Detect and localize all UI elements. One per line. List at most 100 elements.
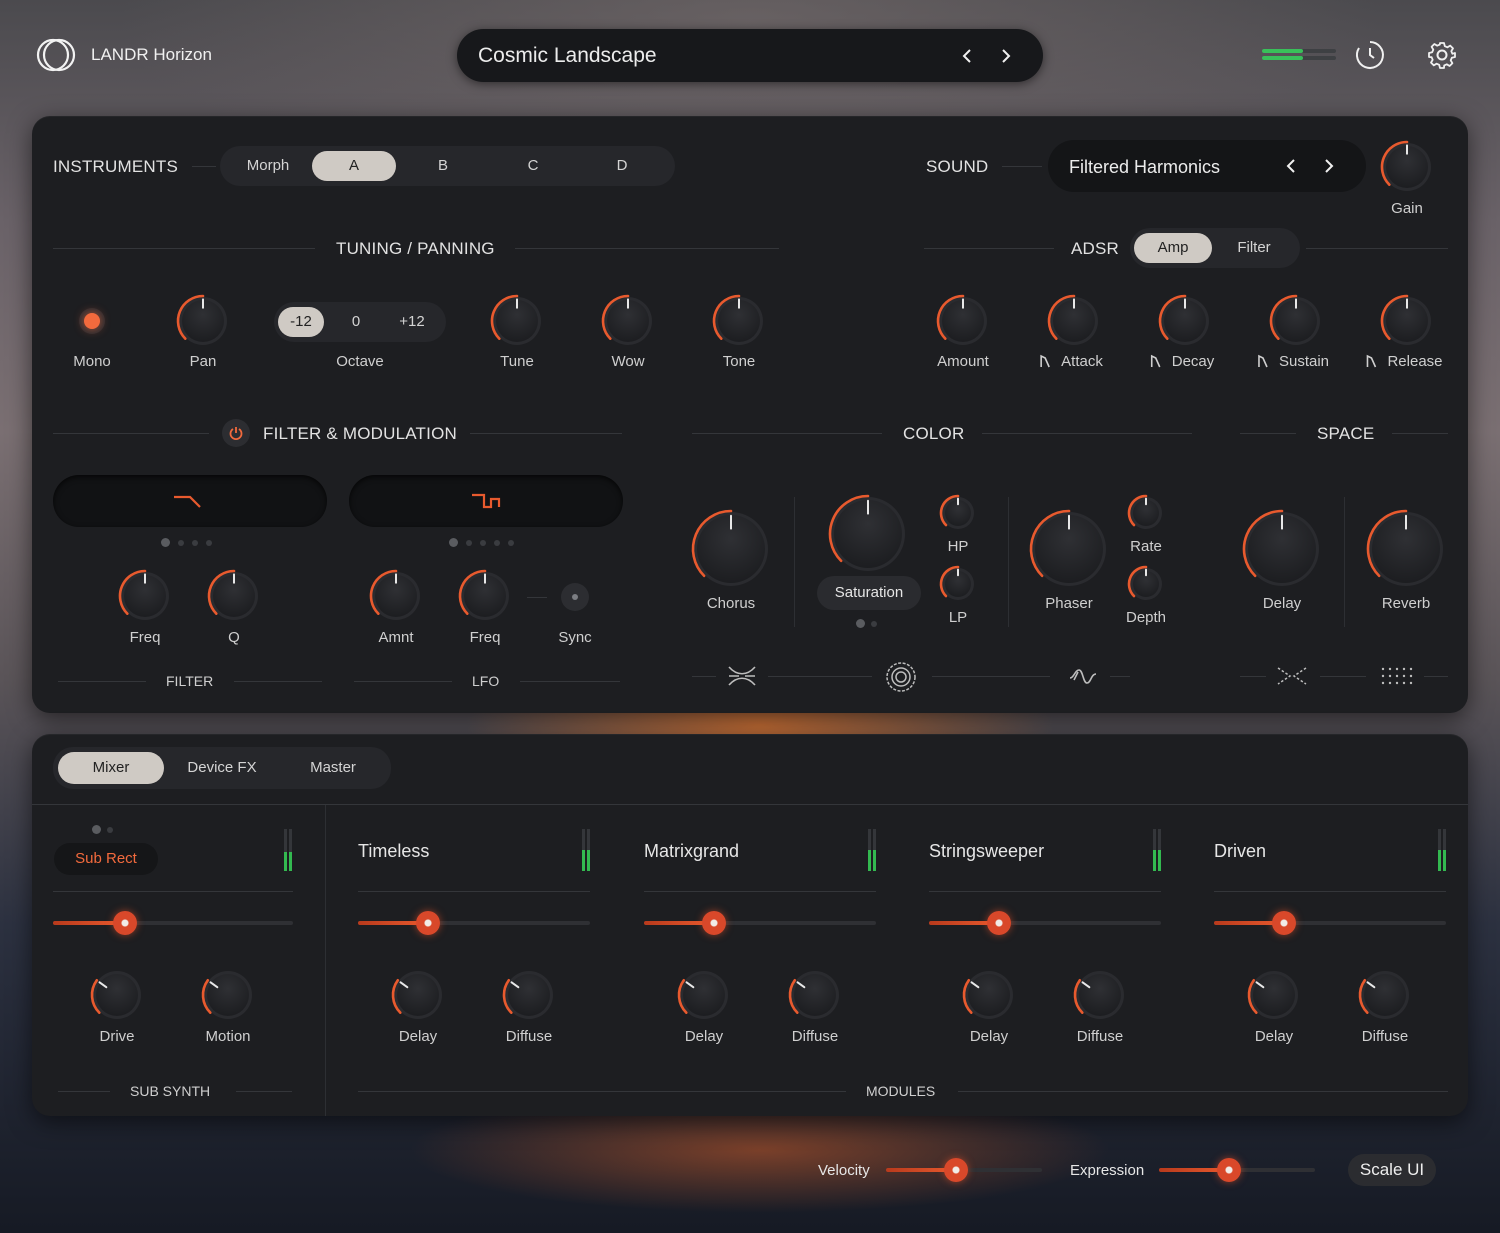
space-delay-knob[interactable] (1240, 507, 1324, 591)
chorus-knob[interactable] (689, 507, 773, 591)
tune-knob[interactable] (488, 292, 546, 350)
delay-fx-button[interactable] (1276, 665, 1308, 692)
tab-device-fx[interactable]: Device FX (164, 753, 280, 783)
module-delay-knob[interactable] (1245, 966, 1303, 1024)
depth-knob[interactable] (1125, 563, 1167, 605)
module-level-slider[interactable] (644, 911, 876, 935)
saturation-page-dots[interactable] (856, 619, 877, 628)
tone-knob[interactable] (710, 292, 768, 350)
module-level-slider[interactable] (1214, 911, 1446, 935)
amount-knob[interactable] (934, 292, 992, 350)
adsr-tabs: Amp Filter (1130, 228, 1300, 268)
history-button[interactable] (1353, 38, 1387, 72)
preset-selector[interactable]: Cosmic Landscape (457, 29, 1043, 82)
sub-motion-knob[interactable] (199, 966, 257, 1024)
sub-synth-level-slider[interactable] (53, 911, 293, 935)
filter-freq-knob[interactable] (116, 567, 174, 625)
pan-knob[interactable] (174, 292, 232, 350)
module-diffuse-label: Diffuse (1361, 1028, 1409, 1045)
sound-selector[interactable]: Filtered Harmonics (1048, 140, 1366, 192)
gain-label: Gain (1391, 200, 1423, 217)
reverb-fx-button[interactable] (1380, 665, 1414, 692)
release-knob[interactable] (1378, 292, 1436, 350)
chorus-label: Chorus (706, 595, 756, 612)
lfo-freq-knob[interactable] (456, 567, 514, 625)
tab-mixer[interactable]: Mixer (58, 752, 164, 784)
tab-d[interactable]: D (576, 151, 668, 181)
sustain-knob[interactable] (1267, 292, 1325, 350)
chorus-icon (728, 666, 756, 686)
octave-0[interactable]: 0 (324, 307, 388, 337)
expression-label: Expression (1070, 1162, 1145, 1179)
filter-type-display[interactable] (53, 475, 327, 527)
octave-plus-12[interactable]: +12 (388, 307, 436, 337)
saturation-knob[interactable] (826, 492, 910, 576)
phaser-knob[interactable] (1027, 507, 1111, 591)
lfo-page-dots[interactable] (449, 538, 514, 547)
settings-button[interactable] (1425, 38, 1459, 72)
tab-b[interactable]: B (396, 151, 490, 181)
expression-slider[interactable] (1159, 1158, 1315, 1182)
sub-drive-knob[interactable] (88, 966, 146, 1024)
hp-knob[interactable] (937, 492, 979, 534)
saturation-fx-button[interactable] (884, 660, 918, 699)
module-level-slider[interactable] (929, 911, 1161, 935)
phaser-fx-button[interactable] (1068, 665, 1098, 692)
tab-amp[interactable]: Amp (1134, 233, 1212, 263)
preset-prev-button[interactable] (955, 43, 981, 69)
output-meter (1262, 48, 1336, 62)
tab-a[interactable]: A (312, 151, 396, 181)
module-diffuse-knob[interactable] (1071, 966, 1129, 1024)
sub-synth-page-dots[interactable] (92, 825, 113, 834)
module-level-slider[interactable] (358, 911, 590, 935)
mono-toggle[interactable] (84, 313, 100, 329)
octave-minus-12[interactable]: -12 (278, 307, 324, 337)
app-title: LANDR Horizon (91, 45, 212, 64)
decay-knob[interactable] (1156, 292, 1214, 350)
module-diffuse-knob[interactable] (786, 966, 844, 1024)
lp-knob[interactable] (937, 563, 979, 605)
module-name: Driven (1214, 841, 1267, 861)
power-icon (229, 427, 243, 440)
sub-synth-type-button[interactable]: Sub Rect (54, 843, 158, 875)
tab-filter[interactable]: Filter (1212, 233, 1296, 263)
scale-ui-button[interactable]: Scale UI (1348, 1154, 1436, 1186)
rate-knob[interactable] (1125, 492, 1167, 534)
module-delay-knob[interactable] (675, 966, 733, 1024)
attack-knob[interactable] (1045, 292, 1103, 350)
lfo-amnt-knob[interactable] (367, 567, 425, 625)
delay-icon (1277, 667, 1307, 685)
gain-knob[interactable] (1378, 138, 1436, 196)
velocity-slider[interactable] (886, 1158, 1042, 1182)
tab-master[interactable]: Master (280, 753, 386, 783)
wow-knob[interactable] (599, 292, 657, 350)
lfo-shape-display[interactable] (349, 475, 623, 527)
sub-motion-label: Motion (205, 1028, 251, 1045)
saturation-mode-button[interactable]: Saturation (817, 576, 921, 610)
chorus-fx-button[interactable] (727, 663, 757, 694)
module-delay-label: Delay (398, 1028, 438, 1045)
gear-icon (1428, 42, 1456, 69)
module-delay-knob[interactable] (960, 966, 1018, 1024)
module-diffuse-knob[interactable] (1356, 966, 1414, 1024)
lfo-sync-toggle[interactable] (561, 583, 589, 611)
tab-c[interactable]: C (490, 151, 576, 181)
mono-label: Mono (73, 353, 111, 370)
sound-next-button[interactable] (1315, 153, 1341, 179)
filter-section-label: FILTER (166, 673, 214, 689)
saturation-icon (886, 662, 916, 692)
module-meter (868, 829, 878, 871)
filter-q-knob[interactable] (205, 567, 263, 625)
color-label: COLOR (903, 424, 965, 443)
module-diffuse-label: Diffuse (1076, 1028, 1124, 1045)
module-delay-knob[interactable] (389, 966, 447, 1024)
filter-power-button[interactable] (222, 419, 250, 447)
preset-next-button[interactable] (992, 43, 1018, 69)
tab-morph[interactable]: Morph (224, 151, 312, 181)
depth-label: Depth (1125, 609, 1167, 626)
module-diffuse-knob[interactable] (500, 966, 558, 1024)
filter-page-dots[interactable] (161, 538, 212, 547)
octave-label: Octave (336, 353, 384, 370)
sound-prev-button[interactable] (1279, 153, 1305, 179)
space-reverb-knob[interactable] (1364, 507, 1448, 591)
